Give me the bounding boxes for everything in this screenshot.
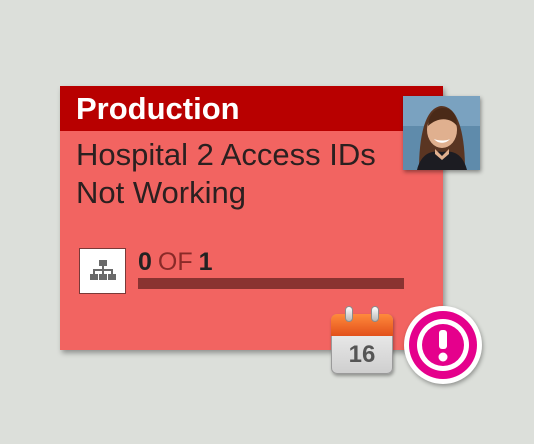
card-title[interactable]: Hospital 2 Access IDs Not Working bbox=[76, 136, 396, 212]
calendar-ring-left bbox=[345, 306, 353, 322]
progress-completed: 0 bbox=[138, 248, 152, 276]
exclamation-alert-icon bbox=[409, 311, 477, 379]
calendar-ring-right bbox=[371, 306, 379, 322]
hierarchy-button[interactable] bbox=[79, 248, 126, 294]
progress-total: 1 bbox=[198, 248, 213, 276]
user-avatar-photo-icon bbox=[403, 96, 480, 170]
calendar-day: 16 bbox=[348, 341, 376, 368]
assignee-avatar[interactable] bbox=[403, 96, 480, 170]
hierarchy-icon bbox=[90, 260, 116, 280]
progress-bar bbox=[138, 278, 404, 289]
card-header: Production bbox=[60, 86, 443, 131]
progress-counter: 0 OF 1 bbox=[138, 248, 213, 276]
alert-button[interactable] bbox=[404, 306, 482, 384]
calendar-header-strip bbox=[331, 314, 393, 336]
progress-of-label: OF bbox=[157, 248, 193, 276]
card-category-label: Production bbox=[76, 91, 240, 126]
due-date-calendar[interactable]: 16 bbox=[331, 306, 395, 376]
